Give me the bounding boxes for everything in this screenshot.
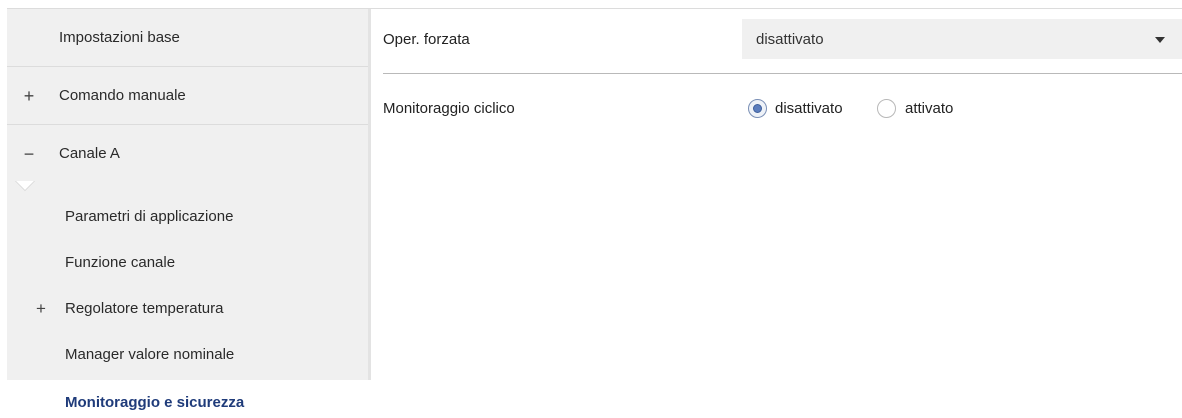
cyclic-monitoring-label: Monitoraggio ciclico <box>383 100 515 117</box>
sidebar-item-parametri-di-applicazione[interactable]: Parametri di applicazione <box>7 194 370 240</box>
sidebar-item-impostazioni-base[interactable]: Impostazioni base <box>7 9 370 67</box>
sidebar-item-canale-a[interactable]: − Canale A <box>7 125 370 183</box>
radio-attivato[interactable] <box>877 99 896 118</box>
sidebar-item-funzione-canale[interactable]: Funzione canale <box>7 240 370 286</box>
parameter-panel: Oper. forzata disattivato Monitoraggio c… <box>371 0 1182 418</box>
sidebar-item-sign <box>21 9 37 67</box>
sidebar-item-label: Monitoraggio e sicurezza <box>65 394 245 411</box>
sidebar-item-label: Manager valore nominale <box>65 346 235 363</box>
section-separator <box>383 73 1182 74</box>
expand-icon[interactable]: + <box>33 286 49 332</box>
select-value: disattivato <box>756 31 824 48</box>
forced-operation-label: Oper. forzata <box>383 31 470 48</box>
sidebar-item-manager-valore-nominale[interactable]: Manager valore nominale <box>7 332 370 378</box>
sidebar-item-comando-manuale[interactable]: + Comando manuale <box>7 67 370 125</box>
selection-notch-icon <box>14 181 36 192</box>
radio-disattivato[interactable] <box>748 99 767 118</box>
sidebar-item-monitoraggio-e-sicurezza[interactable]: Monitoraggio e sicurezza <box>7 380 370 418</box>
sidebar-item-label: Canale A <box>59 145 120 162</box>
sidebar-item-label: Parametri di applicazione <box>65 208 234 225</box>
radio-selected-dot-icon <box>753 104 762 113</box>
sidebar-item-label: Funzione canale <box>65 254 176 271</box>
expand-icon[interactable]: + <box>21 67 37 125</box>
radio-disattivato-label[interactable]: disattivato <box>775 100 843 117</box>
app-window: Impostazioni base + Comando manuale − Ca… <box>0 0 1182 418</box>
sidebar-item-label: Regolatore temperatura <box>65 300 224 317</box>
dropdown-arrow-icon[interactable] <box>1155 37 1165 43</box>
sidebar: Impostazioni base + Comando manuale − Ca… <box>0 0 371 418</box>
panel-top-divider <box>371 8 1182 9</box>
sidebar-item-regolatore-temperatura[interactable]: + Regolatore temperatura <box>7 286 370 332</box>
radio-attivato-label[interactable]: attivato <box>905 100 953 117</box>
forced-operation-select[interactable]: disattivato <box>742 19 1182 59</box>
sidebar-item-label: Impostazioni base <box>59 29 180 46</box>
sidebar-item-label: Comando manuale <box>59 87 186 104</box>
collapse-icon[interactable]: − <box>21 125 37 183</box>
